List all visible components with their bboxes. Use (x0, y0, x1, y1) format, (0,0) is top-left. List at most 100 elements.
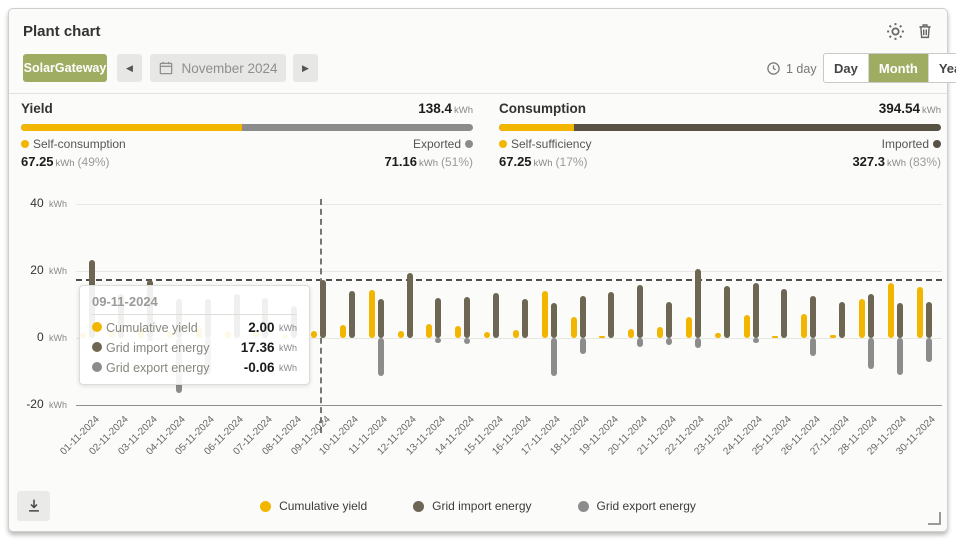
prev-period-button[interactable]: ◀ (117, 54, 142, 82)
bar-export-20-11-2024[interactable] (637, 338, 643, 347)
tooltip-date: 09-11-2024 (92, 294, 297, 315)
bar-yield-14-11-2024[interactable] (455, 326, 461, 338)
bar-import-19-11-2024[interactable] (608, 292, 614, 338)
date-picker-label: November 2024 (181, 61, 277, 76)
bar-export-24-11-2024[interactable] (753, 338, 759, 343)
bar-yield-20-11-2024[interactable] (628, 329, 634, 338)
view-button-month[interactable]: Month (868, 54, 928, 82)
bar-import-10-11-2024[interactable] (349, 291, 355, 338)
bar-import-18-11-2024[interactable] (580, 296, 586, 339)
bar-yield-15-11-2024[interactable] (484, 332, 490, 338)
bar-export-26-11-2024[interactable] (810, 338, 816, 356)
bar-yield-10-11-2024[interactable] (340, 325, 346, 338)
bar-export-17-11-2024[interactable] (551, 338, 557, 376)
consumption-summary: Consumption 394.54kWh Self-sufficiency I… (499, 101, 941, 169)
header-divider (9, 93, 947, 94)
bar-export-30-11-2024[interactable] (926, 338, 932, 362)
gridline (76, 271, 942, 272)
bar-yield-26-11-2024[interactable] (801, 314, 807, 338)
bar-yield-09-11-2024[interactable] (311, 331, 317, 338)
bar-import-17-11-2024[interactable] (551, 303, 557, 338)
gateway-button[interactable]: SolarGateway (23, 54, 107, 82)
bar-yield-22-11-2024[interactable] (686, 317, 692, 338)
tooltip-row: Grid import energy17.36 kWh (92, 340, 297, 355)
resize-handle-icon[interactable] (928, 512, 941, 525)
bar-yield-13-11-2024[interactable] (426, 324, 432, 338)
settings-gear-icon[interactable] (885, 21, 905, 41)
imported-label: Imported (882, 137, 941, 151)
bar-import-15-11-2024[interactable] (493, 293, 499, 338)
bar-export-21-11-2024[interactable] (666, 338, 672, 345)
view-button-year[interactable]: Year (928, 54, 956, 82)
bar-import-26-11-2024[interactable] (810, 296, 816, 338)
legend-item-grid-import-energy[interactable]: Grid import energy (413, 499, 531, 513)
yield-total-unit: kWh (454, 105, 473, 116)
bar-yield-28-11-2024[interactable] (859, 299, 865, 338)
bar-yield-25-11-2024[interactable] (772, 336, 778, 339)
bar-import-27-11-2024[interactable] (839, 302, 845, 338)
y-axis-label: 40 kWh (9, 196, 67, 210)
bar-import-24-11-2024[interactable] (753, 283, 759, 338)
bar-yield-19-11-2024[interactable] (599, 336, 605, 339)
bar-yield-21-11-2024[interactable] (657, 327, 663, 338)
bar-import-23-11-2024[interactable] (724, 286, 730, 338)
bar-yield-11-11-2024[interactable] (369, 290, 375, 338)
bar-import-11-11-2024[interactable] (378, 299, 384, 338)
bar-yield-30-11-2024[interactable] (917, 287, 923, 338)
bar-yield-12-11-2024[interactable] (398, 331, 404, 338)
gridline (76, 405, 942, 406)
bar-yield-23-11-2024[interactable] (715, 333, 721, 338)
bar-export-29-11-2024[interactable] (897, 338, 903, 375)
clock-icon (766, 61, 781, 76)
bar-yield-17-11-2024[interactable] (542, 291, 548, 338)
view-toggle: DayMonthYear (823, 53, 956, 83)
bar-yield-27-11-2024[interactable] (830, 335, 836, 338)
self-consumption-value: 67.25kWh(49%) (21, 154, 110, 169)
page-title: Plant chart (23, 23, 101, 40)
y-axis-label: 20 kWh (9, 263, 67, 277)
consumption-progress-bar (499, 124, 941, 131)
bar-export-14-11-2024[interactable] (464, 338, 470, 344)
bar-yield-18-11-2024[interactable] (571, 317, 577, 338)
bar-import-25-11-2024[interactable] (781, 289, 787, 338)
bar-export-22-11-2024[interactable] (695, 338, 701, 348)
bar-yield-16-11-2024[interactable] (513, 330, 519, 338)
self-sufficiency-value: 67.25kWh(17%) (499, 154, 588, 169)
bar-import-29-11-2024[interactable] (897, 303, 903, 338)
imported-value: 327.3kWh(83%) (852, 154, 941, 169)
interval-label: 1 day (786, 62, 817, 76)
consumption-total: 394.54 (879, 101, 920, 116)
legend-item-cumulative-yield[interactable]: Cumulative yield (260, 499, 367, 513)
bar-import-30-11-2024[interactable] (926, 302, 932, 338)
bar-import-21-11-2024[interactable] (666, 302, 672, 338)
bar-export-28-11-2024[interactable] (868, 338, 874, 369)
view-button-day[interactable]: Day (824, 54, 868, 82)
bar-import-09-11-2024[interactable] (320, 280, 326, 338)
bar-yield-29-11-2024[interactable] (888, 283, 894, 338)
bar-import-12-11-2024[interactable] (407, 273, 413, 338)
bar-export-11-11-2024[interactable] (378, 338, 384, 376)
plant-chart-card: Plant chart SolarGateway ◀ (8, 8, 948, 532)
chart-tooltip: 09-11-2024 Cumulative yield2.00 kWhGrid … (79, 285, 310, 385)
bar-import-14-11-2024[interactable] (464, 297, 470, 338)
tooltip-row: Grid export energy-0.06 kWh (92, 360, 297, 375)
bar-import-20-11-2024[interactable] (637, 285, 643, 338)
legend-dot-icon (413, 501, 424, 512)
bar-import-28-11-2024[interactable] (868, 294, 874, 338)
bar-export-18-11-2024[interactable] (580, 338, 586, 354)
bar-yield-24-11-2024[interactable] (744, 315, 750, 338)
legend-dot-icon (578, 501, 589, 512)
bar-import-13-11-2024[interactable] (435, 298, 441, 338)
date-picker-button[interactable]: November 2024 (150, 54, 286, 82)
consumption-title: Consumption (499, 101, 586, 116)
self-consumption-label: Self-consumption (21, 137, 126, 151)
next-period-button[interactable]: ▶ (293, 54, 318, 82)
yield-summary: Yield 138.4kWh Self-consumption Exported… (21, 101, 473, 169)
bar-import-16-11-2024[interactable] (522, 299, 528, 338)
legend-item-grid-export-energy[interactable]: Grid export energy (578, 499, 696, 513)
dashed-limit-line (76, 279, 942, 281)
trash-icon[interactable] (915, 21, 935, 41)
bar-import-22-11-2024[interactable] (695, 269, 701, 338)
bar-export-13-11-2024[interactable] (435, 338, 441, 343)
consumption-total-unit: kWh (922, 105, 941, 116)
